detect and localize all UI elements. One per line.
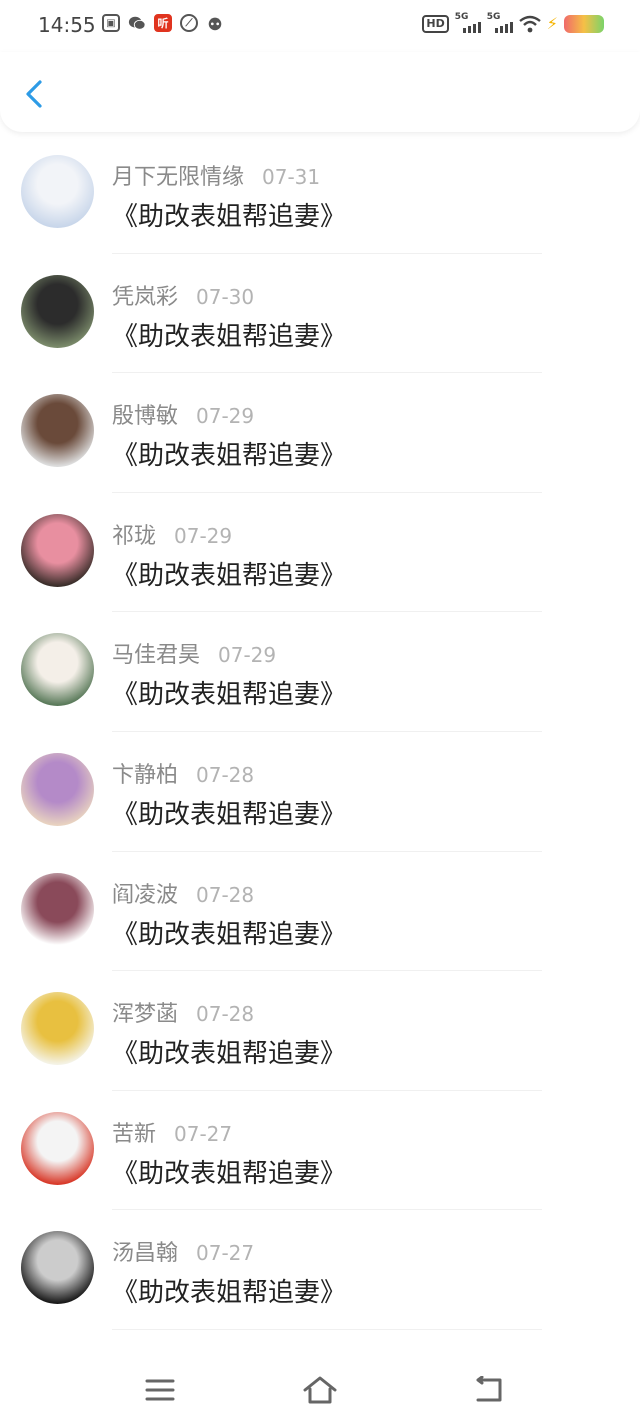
message-text: 《助改表姐帮追妻》 [112,441,347,472]
message-meta: 浑梦菡 07-28 [112,996,254,1028]
message-text: 《助改表姐帮追妻》 [112,1039,347,1070]
message-row[interactable]: 月下无限情缘 07-31 《助改表姐帮追妻》 [0,134,640,254]
message-date: 07-28 [196,1002,255,1027]
status-time: 14:55 [38,13,96,37]
header-bar [0,52,640,132]
signal-icon: 5G [454,11,481,33]
message-text: 《助改表姐帮追妻》 [112,1158,347,1189]
avatar[interactable] [21,1231,94,1305]
signal-label: 5G [486,11,501,22]
message-row[interactable]: 祁珑 07-29 《助改表姐帮追妻》 [0,493,640,613]
sender-name: 卞静柏 [112,762,179,788]
message-text: 《助改表姐帮追妻》 [112,1278,347,1309]
menu-button[interactable] [140,1370,180,1410]
avatar[interactable] [21,274,94,348]
status-bar: 14:55 ▣ 听 ⟋ HD 5G 5G ⚡ [0,0,640,52]
message-list: 月下无限情缘 07-31 《助改表姐帮追妻》 凭岚彩 07-30 《助改表姐帮追妻》 殷博敏… [0,134,640,1330]
message-row[interactable]: 马佳君昊 07-29 《助改表姐帮追妻》 [0,612,640,732]
sender-name: 阎凌波 [112,882,179,908]
message-row[interactable]: 苦新 07-27 《助改表姐帮追妻》 [0,1091,640,1211]
message-date: 07-28 [196,882,255,907]
message-date: 07-30 [196,284,255,309]
message-meta: 马佳君昊 07-29 [112,637,276,669]
avatar[interactable] [21,1111,94,1185]
avatar[interactable] [21,633,94,707]
avatar[interactable] [21,992,94,1066]
message-meta: 汤昌翰 07-27 [112,1235,254,1267]
sender-name: 月下无限情缘 [112,165,245,190]
message-date: 07-29 [174,523,233,548]
back-icon [476,1376,502,1402]
message-row[interactable]: 汤昌翰 07-27 《助改表姐帮追妻》 [0,1210,640,1330]
message-row[interactable]: 凭岚彩 07-30 《助改表姐帮追妻》 [0,254,640,374]
avatar[interactable] [21,513,94,587]
message-text: 《助改表姐帮追妻》 [112,919,347,950]
chevron-left-icon [26,80,42,108]
listen-app-icon: 听 [154,14,172,32]
message-date: 07-29 [218,643,277,668]
wifi-icon [519,15,541,33]
back-button[interactable] [18,74,54,114]
hd-badge: HD [422,14,449,33]
sender-name: 凭岚彩 [112,284,179,310]
divider [112,1328,542,1330]
message-text: 《助改表姐帮追妻》 [112,680,347,711]
message-meta: 苦新 07-27 [112,1116,232,1148]
sender-name: 祁珑 [112,523,157,549]
message-row[interactable]: 浑梦菡 07-28 《助改表姐帮追妻》 [0,971,640,1091]
sender-name: 殷博敏 [112,404,179,430]
nav-back-button[interactable] [468,1370,508,1410]
message-row[interactable]: 阎凌波 07-28 《助改表姐帮追妻》 [0,852,640,972]
charging-icon: ⚡ [546,14,558,33]
sender-name: 浑梦菡 [112,1002,179,1028]
message-date: 07-28 [196,762,255,787]
message-date: 07-31 [262,165,321,189]
avatar[interactable] [21,394,94,468]
signal-icon: 5G [486,11,513,33]
wechat-icon [128,14,146,32]
message-text: 《助改表姐帮追妻》 [112,321,347,352]
sender-name: 马佳君昊 [112,643,201,669]
cat-app-icon [206,14,224,32]
system-nav-bar [0,1352,640,1427]
sender-name: 汤昌翰 [112,1241,179,1267]
message-meta: 殷博敏 07-29 [112,398,254,430]
menu-icon [145,1379,175,1401]
message-date: 07-27 [196,1241,255,1266]
sender-name: 苦新 [112,1121,157,1147]
message-meta: 月下无限情缘 07-31 [112,159,320,191]
message-meta: 凭岚彩 07-30 [112,279,254,311]
avatar[interactable] [21,872,94,946]
avatar[interactable] [21,752,94,826]
message-text: 《助改表姐帮追妻》 [112,202,347,232]
message-meta: 祁珑 07-29 [112,518,232,550]
link-app-icon: ⟋ [180,14,198,32]
avatar[interactable] [21,155,94,228]
app-icon: ▣ [102,14,120,32]
notification-icons: ▣ 听 ⟋ [102,14,224,32]
battery-icon [564,14,604,33]
message-text: 《助改表姐帮追妻》 [112,799,347,830]
home-button[interactable] [300,1370,340,1410]
message-date: 07-27 [174,1121,233,1146]
status-indicators: HD 5G 5G ⚡ [422,11,604,33]
message-meta: 卞静柏 07-28 [112,757,254,789]
signal-label: 5G [454,11,469,22]
message-row[interactable]: 卞静柏 07-28 《助改表姐帮追妻》 [0,732,640,852]
home-icon [303,1376,337,1404]
message-meta: 阎凌波 07-28 [112,877,254,909]
message-date: 07-29 [196,404,255,429]
message-text: 《助改表姐帮追妻》 [112,560,347,591]
message-row[interactable]: 殷博敏 07-29 《助改表姐帮追妻》 [0,373,640,493]
